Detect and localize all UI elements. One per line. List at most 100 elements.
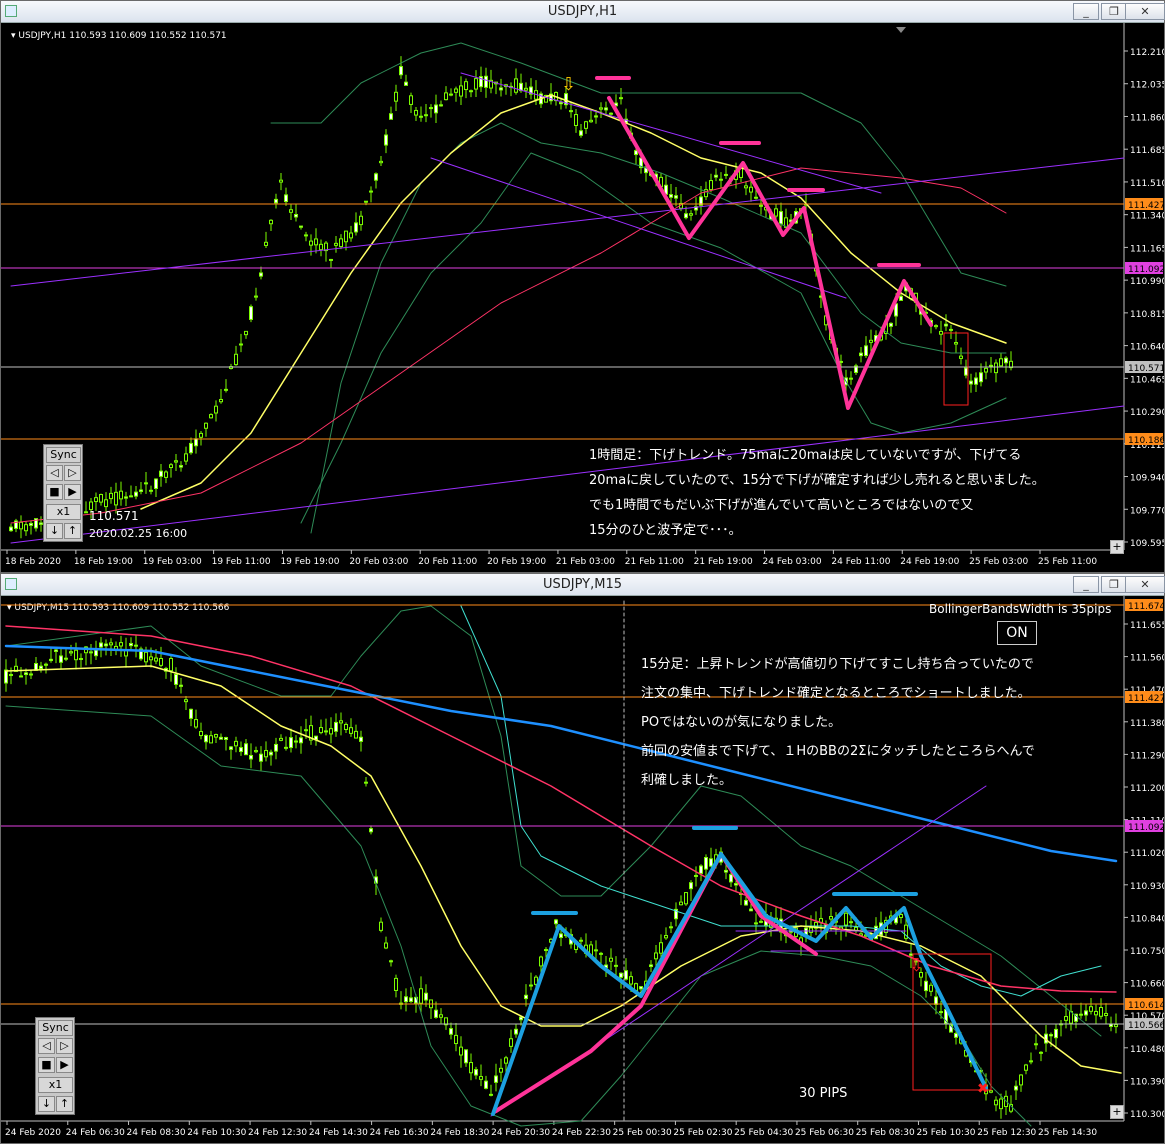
m15-candle-body [134, 644, 138, 647]
price-tick-label: 110.840 [1130, 914, 1164, 924]
m15-candle-body [354, 730, 358, 739]
h1-candle-body [579, 130, 583, 136]
m15-candle-body [544, 949, 548, 952]
m15-candle-body [409, 997, 413, 1002]
time-tick-label: 24 Feb 06:30 [66, 1128, 125, 1138]
price-tick-label: 111.020 [1130, 849, 1164, 859]
restore-button[interactable]: ❐ [1101, 3, 1127, 20]
m15-candle-body [489, 1093, 493, 1096]
m15-candle-body [474, 1069, 478, 1076]
m15-candle-body [199, 731, 203, 737]
h1-candle-body [584, 121, 588, 129]
restore-button[interactable]: ❐ [1101, 576, 1127, 593]
speed-button[interactable]: x1 [46, 504, 81, 520]
m15-candle-body [469, 1062, 473, 1074]
m15-candle-body [24, 672, 28, 676]
time-tick-label: 25 Feb 08:30 [856, 1128, 915, 1138]
m15-candle-body [304, 729, 308, 732]
h1-note-line: 1時間足：下げトレンド。75maに20maは戻していないですが、下げてる [589, 448, 1022, 463]
zoom-plus-icon[interactable]: + [1110, 540, 1124, 554]
time-tick-label: 24 Feb 18:30 [430, 1128, 489, 1138]
step-forward-icon[interactable]: ▷ [56, 1038, 73, 1054]
m15-candle-body [594, 949, 598, 952]
arrow-up-icon[interactable]: ↑ [56, 1096, 73, 1112]
price-line-badge-label: 111.092 [1128, 823, 1164, 833]
minimize-button[interactable]: _ [1073, 3, 1099, 20]
h1-candle-body [464, 81, 468, 91]
h1-candle-body [299, 225, 303, 228]
close-button[interactable]: ✕ [1125, 576, 1165, 593]
m15-candle-body [289, 737, 293, 749]
zoom-plus-icon[interactable]: + [1110, 1105, 1124, 1119]
m15-candle-body [184, 699, 188, 703]
time-tick-label: 24 Feb 12:30 [248, 1128, 307, 1138]
m15-candle-body [294, 740, 298, 743]
h1-candle-body [399, 66, 403, 76]
h1-candle-body [619, 97, 623, 100]
price-tick-label: 110.300 [1130, 1110, 1164, 1120]
m15-candle-body [924, 980, 928, 992]
time-tick-label: 21 Feb 19:00 [694, 557, 753, 567]
price-tick-label: 111.860 [1130, 113, 1164, 123]
close-button[interactable]: ✕ [1125, 3, 1165, 20]
m15-candle-body [454, 1034, 458, 1045]
m15-candle-body [109, 642, 113, 646]
h1-candle-body [384, 134, 388, 146]
m15-candle-body [424, 992, 428, 1001]
arrow-down-icon[interactable]: ↓ [38, 1096, 55, 1112]
h1-candle-body [409, 95, 413, 105]
time-tick-label: 24 Feb 22:30 [552, 1128, 611, 1138]
m15-candle-body [664, 935, 668, 939]
sync-button[interactable]: Sync [46, 447, 81, 463]
m15-candle-body [144, 651, 148, 663]
h1-candle-body [239, 343, 243, 346]
m15-sync-panel: Sync ◁ ▷ ■ ▶ x1 ↓ ↑ [35, 1017, 75, 1115]
h1-candle-body [429, 107, 433, 110]
arrow-up-icon[interactable]: ↑ [64, 523, 81, 539]
m15-candle-body [554, 919, 558, 925]
h1-sync-panel: Sync ◁ ▷ ■ ▶ x1 ↓ ↑ [43, 444, 83, 542]
step-back-icon[interactable]: ◁ [46, 465, 63, 481]
m15-candle-body [529, 984, 533, 987]
bbw-toggle-button[interactable]: ON [997, 621, 1037, 645]
minimize-button[interactable]: _ [1073, 576, 1099, 593]
arrow-down-icon[interactable]: ↓ [46, 523, 63, 539]
sync-button[interactable]: Sync [38, 1020, 73, 1036]
h1-candle-body [274, 198, 278, 204]
m15-candle-body [174, 673, 178, 685]
h1-candle-body [749, 186, 753, 193]
m15-candle-body [439, 1014, 443, 1018]
speed-button[interactable]: x1 [38, 1077, 73, 1093]
price-tick-label: 110.815 [1130, 310, 1164, 320]
stop-icon[interactable]: ■ [46, 484, 63, 500]
step-forward-icon[interactable]: ▷ [64, 465, 81, 481]
play-icon[interactable]: ▶ [64, 484, 81, 500]
stop-icon[interactable]: ■ [38, 1057, 55, 1073]
h1-candle-body [219, 398, 223, 403]
h1-candle-body [374, 173, 378, 181]
price-line-badge-label: 111.092 [1128, 265, 1164, 275]
h1-note-line: 20maに戻していたので、15分で下げが確定すれば少し売れると思いました。 [589, 473, 1045, 488]
m15-candle-body [269, 751, 273, 756]
m15-candle-body [329, 728, 333, 735]
h1-candle-body [109, 492, 113, 500]
h1-candle-body [704, 189, 708, 198]
m15-candle-body [44, 663, 48, 666]
play-icon[interactable]: ▶ [56, 1057, 73, 1073]
price-line-badge-label: 111.427 [1128, 201, 1164, 211]
m15-candle-body [1029, 1060, 1033, 1063]
m15-candle-body [459, 1046, 463, 1056]
time-tick-label: 24 Feb 10:30 [187, 1128, 246, 1138]
m15-candle-body [619, 972, 623, 978]
h1-candle-body [369, 190, 373, 193]
h1-candle-body [259, 272, 263, 277]
h1-candle-body [719, 178, 723, 181]
price-tick-label: 111.165 [1130, 244, 1164, 254]
time-tick-label: 25 Feb 02:30 [673, 1128, 732, 1138]
price-tick-label: 110.640 [1130, 343, 1164, 353]
m15-candle-body [384, 942, 388, 949]
h1-candle-body [454, 88, 458, 93]
m15-candle-body [259, 753, 263, 762]
price-line-badge-label: 111.427 [1128, 694, 1164, 704]
step-back-icon[interactable]: ◁ [38, 1038, 55, 1054]
